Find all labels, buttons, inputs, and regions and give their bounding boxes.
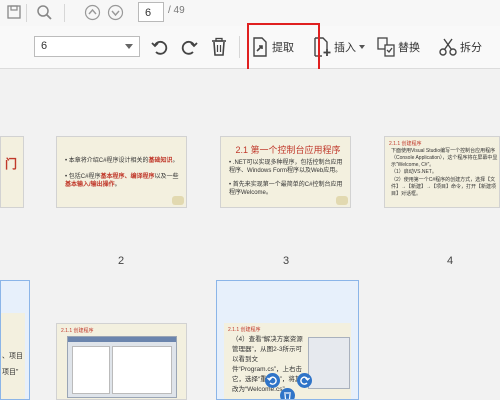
page-number-input[interactable]: 6: [138, 2, 164, 22]
replace-icon: [377, 37, 395, 57]
window-panel: [72, 346, 110, 394]
divider: [239, 36, 240, 58]
page-thumbnail[interactable]: • 本章将介绍C#程序设计相关的基础知识。 • 包括C#程序基本程序、编译程序以…: [56, 136, 187, 208]
divider: [26, 4, 27, 22]
slide-bullet: 下面使用Visual Studio编写一个控制台应用程序（Console App…: [391, 148, 498, 168]
slide-preview: 2.1.1 创建程序 下面使用Visual Studio编写一个控制台应用程序（…: [385, 137, 499, 207]
rotate-right-icon[interactable]: [297, 373, 312, 388]
insert-button[interactable]: 插入: [313, 35, 365, 59]
slide-title: 2.1 第一个控制台应用程序: [235, 145, 341, 155]
slide-heading: 2.1.1 创建程序: [228, 327, 261, 333]
redo-button[interactable]: [179, 35, 199, 59]
slide-preview: • 本章将介绍C#程序设计相关的基础知识。 • 包括C#程序基本程序、编译程序以…: [57, 137, 186, 207]
undo-button[interactable]: [150, 35, 170, 59]
window-titlebar: [68, 337, 176, 342]
slide-preview: 、项目 项目”: [1, 313, 25, 399]
undo-icon: [151, 40, 168, 55]
screenshot-image: [67, 336, 177, 398]
page-up-icon[interactable]: [84, 4, 101, 26]
page-number-label: 2: [118, 255, 125, 267]
page-thumbnail[interactable]: 2.1 第一个控制台应用程序 • .NET可以实现多种程序，包括控制台应用程序、…: [220, 136, 351, 208]
replace-button[interactable]: 替换: [377, 35, 420, 59]
slide-text: 项目”: [2, 369, 19, 376]
slide-bullet: • 本章将介绍C#程序设计相关的基础知识。: [65, 158, 179, 164]
zoom-select[interactable]: 6: [34, 36, 140, 57]
replace-label: 替换: [398, 42, 420, 54]
split-label: 拆分: [460, 42, 482, 54]
page-thumbnail[interactable]: 2.1.1 创建程序 下面使用Visual Studio编写一个控制台应用程序（…: [384, 136, 500, 208]
slide-bullet: （2）使用第一个C#程序的创建方式，选择【文件】→【新建】→【项目】命令，打开【…: [391, 177, 497, 197]
slide-decoration: [172, 196, 184, 205]
page-down-icon[interactable]: [107, 4, 124, 26]
page-thumbnail-selected[interactable]: 2.1.1 创建程序 （4）查看“解决方案资源管理器”，从图2-3所示可以看到文…: [216, 280, 359, 400]
split-icon: [439, 38, 457, 56]
page-number-label: 4: [447, 255, 454, 267]
page-thumbnail-selected[interactable]: 、项目 项目”: [0, 280, 30, 400]
slide-preview: 2.1.1 创建程序: [57, 324, 186, 399]
slide-bullet: （1）启动VS.NET。: [391, 169, 437, 175]
redo-icon: [181, 40, 198, 55]
zoom-value: 6: [41, 40, 48, 52]
chevron-down-icon: [359, 45, 365, 49]
total-pages: / 49: [168, 5, 185, 16]
page-number-label: 3: [283, 255, 290, 267]
slide-preview: 门: [1, 137, 23, 207]
insert-label: 插入: [334, 42, 356, 54]
slide-text: 、项目: [2, 353, 23, 360]
slide-heading: 2.1.1 创建程序: [61, 328, 94, 334]
slide-bullet: • 包括C#程序基本程序、编译程序以及一些基本输入/输出操作。: [65, 174, 179, 188]
slide-bullet: • .NET可以实现多种程序，包括控制台应用程序、Windows Form程序以…: [229, 160, 343, 174]
delete-page-icon[interactable]: [280, 388, 295, 399]
divider: [64, 4, 65, 22]
delete-icon: [212, 37, 226, 56]
page-thumbnail-area[interactable]: 门 • 本章将介绍C#程序设计相关的基础知识。 • 包括C#程序基本程序、编译程…: [0, 69, 500, 400]
rotate-left-icon[interactable]: [265, 373, 280, 388]
slide-decoration: [336, 196, 348, 205]
split-button[interactable]: 拆分: [439, 35, 482, 59]
slide-bullet: • 首先来实现第一个最简单的C#控制台应用程序Welcome。: [229, 182, 343, 196]
slide-preview: 2.1 第一个控制台应用程序 • .NET可以实现多种程序，包括控制台应用程序、…: [221, 137, 350, 207]
screenshot-image: [308, 337, 350, 389]
page-thumbnail[interactable]: 门: [0, 136, 24, 208]
search-icon[interactable]: [36, 4, 53, 26]
slide-heading: 2.1.1 创建程序: [389, 141, 422, 147]
save-icon[interactable]: [6, 4, 22, 25]
page-thumbnail[interactable]: 2.1.1 创建程序: [56, 323, 187, 400]
window-panel: [112, 346, 172, 394]
chevron-down-icon: [125, 44, 133, 49]
slide-title: 门: [5, 157, 18, 171]
delete-button[interactable]: [210, 35, 228, 59]
